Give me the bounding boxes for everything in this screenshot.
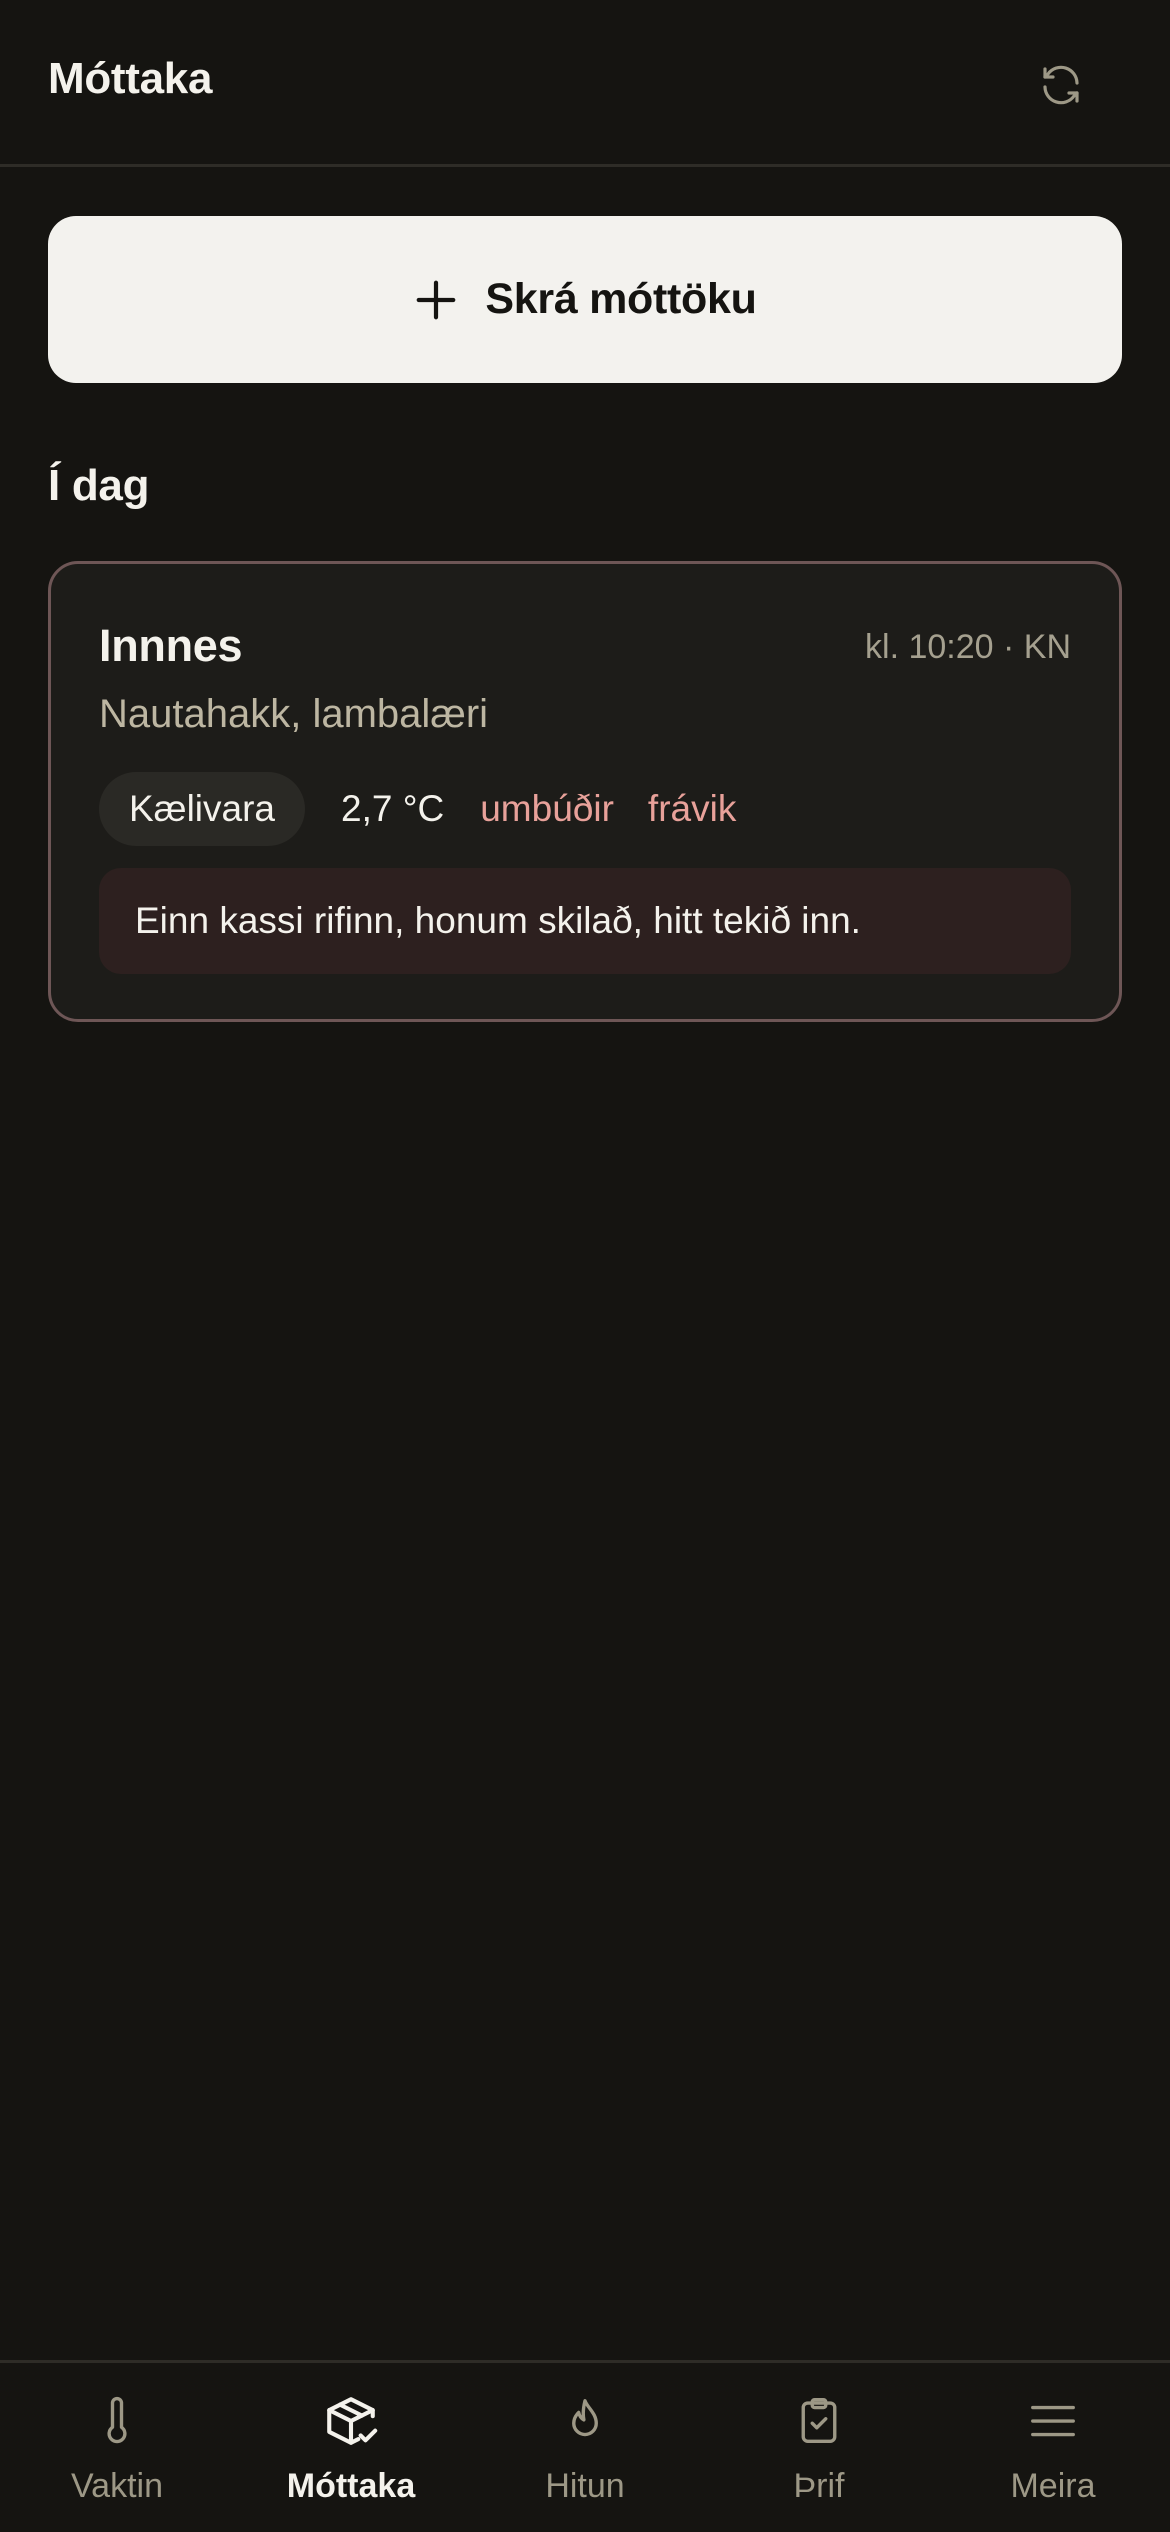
category-chip: Kælivara (99, 772, 305, 846)
nav-label-meira: Meira (1010, 2467, 1096, 2505)
receipt-card[interactable]: Innnes kl. 10:20 · KN Nautahakk, lambalæ… (48, 561, 1122, 1022)
section-title-today: Í dag (48, 461, 150, 510)
plus-icon (417, 280, 456, 319)
nav-label-hitun: Hitun (545, 2467, 625, 2505)
flame-icon (572, 2399, 598, 2437)
nav-item-hitun[interactable]: Hitun (468, 2363, 702, 2532)
supplier-name: Innnes (99, 620, 243, 671)
nav-item-thrif[interactable]: Þrif (702, 2363, 936, 2532)
app-root: Móttaka Skrá móttöku Í dag Innnes kl. 10… (0, 0, 1170, 2532)
temperature-value: 2,7 °C (341, 788, 445, 829)
thermometer-icon (107, 2396, 127, 2444)
package-check-icon (327, 2397, 378, 2445)
bottom-nav: Vaktin Móttaka Hitun Þrif Meira (0, 2360, 1170, 2532)
refresh-icon (1043, 65, 1079, 105)
register-receipt-label: Skrá móttöku (485, 275, 757, 323)
refresh-button[interactable] (1030, 54, 1092, 116)
menu-icon (1031, 2405, 1075, 2437)
receipt-time-initials: kl. 10:20 · KN (865, 628, 1071, 666)
nav-item-vaktin[interactable]: Vaktin (0, 2363, 234, 2532)
nav-item-mottaka[interactable]: Móttaka (234, 2363, 468, 2532)
deviation-note: Einn kassi rifinn, honum skilað, hitt te… (99, 868, 1071, 974)
nav-label-thrif: Þrif (793, 2467, 845, 2505)
app-header: Móttaka (0, 0, 1170, 167)
flag-deviation: frávik (647, 788, 737, 829)
page-title: Móttaka (48, 54, 213, 103)
flag-packaging: umbúðir (480, 788, 614, 829)
nav-label-vaktin: Vaktin (71, 2467, 163, 2505)
nav-item-meira[interactable]: Meira (936, 2363, 1170, 2532)
product-list: Nautahakk, lambalæri (99, 692, 489, 736)
nav-label-mottaka: Móttaka (286, 2467, 416, 2505)
clipboard-check-icon (801, 2397, 837, 2443)
receipt-tags: Kælivara 2,7 °C umbúðir frávik (99, 772, 736, 846)
register-receipt-button[interactable]: Skrá móttöku (48, 216, 1122, 383)
